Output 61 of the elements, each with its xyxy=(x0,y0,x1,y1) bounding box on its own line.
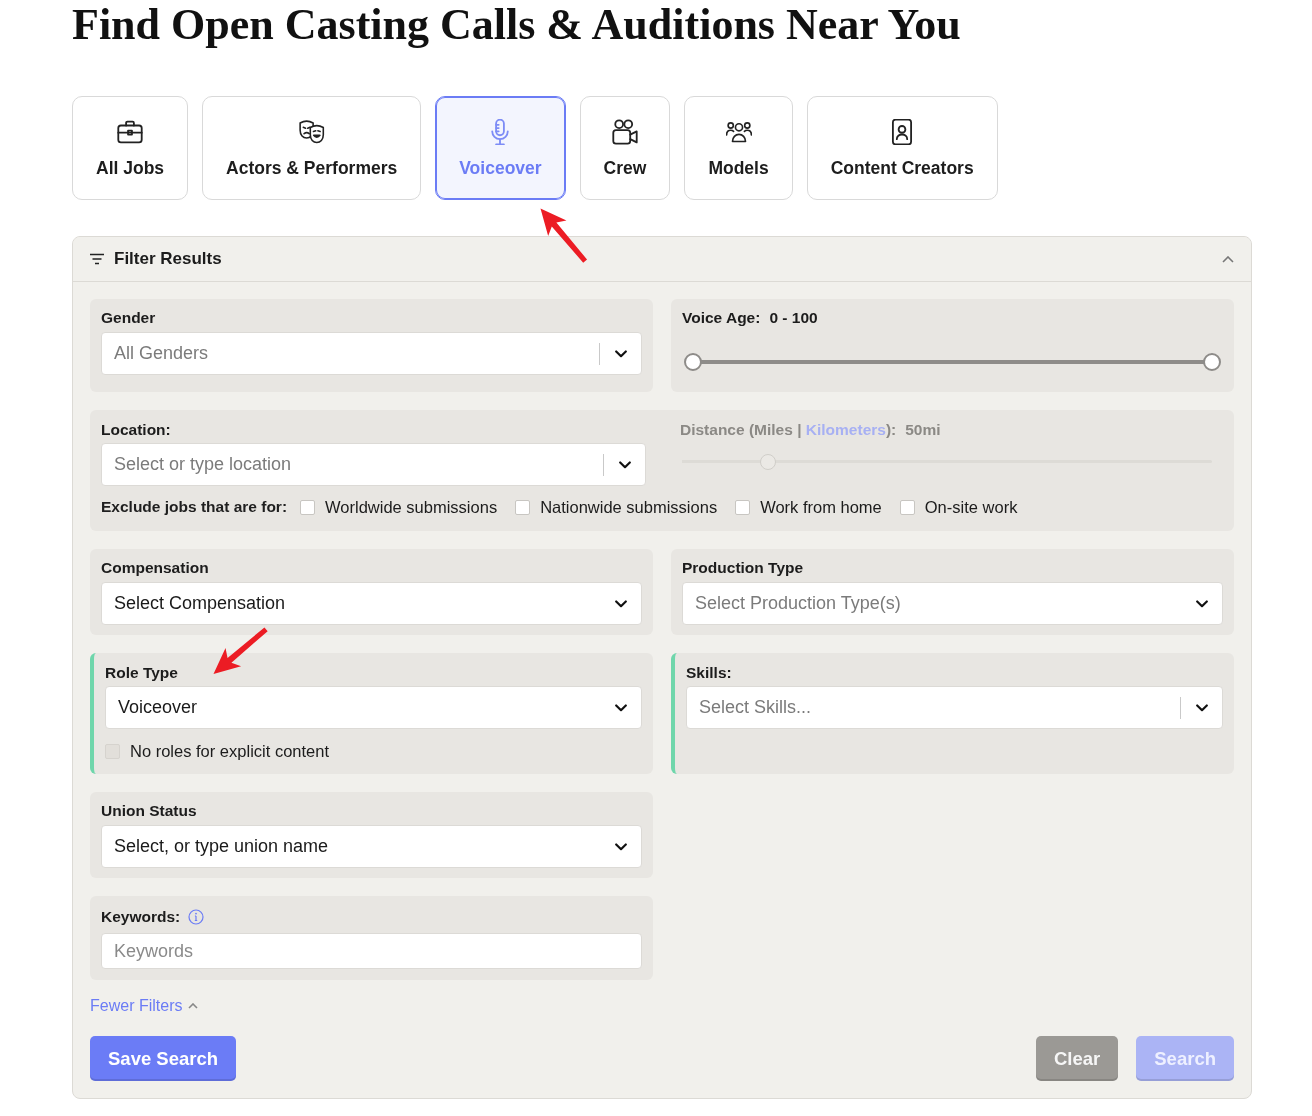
slider-thumb[interactable] xyxy=(684,353,702,371)
field-label: Keywords: xyxy=(101,907,181,927)
chevron-up-icon xyxy=(188,1003,199,1009)
chevron-down-icon xyxy=(1196,599,1208,608)
field-label: Voice Age: xyxy=(682,308,761,328)
chevron-down-icon xyxy=(615,842,627,851)
chevron-up-icon xyxy=(1222,255,1234,263)
movie-camera-icon xyxy=(612,119,638,145)
age-range-reading: 0 - 100 xyxy=(769,308,818,328)
checkbox-label: No roles for explicit content xyxy=(130,741,329,761)
category-tab[interactable]: Crew xyxy=(579,96,671,200)
field-label: Skills: xyxy=(686,663,733,683)
category-tab[interactable]: All Jobs xyxy=(72,96,189,200)
briefcase-icon xyxy=(117,119,144,145)
category-tab[interactable]: Models xyxy=(684,96,793,200)
union-status-select[interactable]: Select, or type union name xyxy=(101,825,642,868)
chevron-down-icon xyxy=(615,599,627,608)
checkbox[interactable] xyxy=(899,499,915,515)
field-label: Union Status xyxy=(101,801,198,821)
chevron-down-icon xyxy=(615,349,627,358)
role-type-select[interactable]: Voiceover xyxy=(105,686,642,729)
annotation-arrow xyxy=(540,208,588,264)
field-label: Gender xyxy=(101,308,157,328)
chevron-down-icon xyxy=(1196,703,1208,712)
checkbox-label: On-site work xyxy=(924,497,1018,517)
checkbox[interactable] xyxy=(300,499,316,515)
field-label: Location: xyxy=(101,420,172,440)
page-title: Find Open Casting Calls & Auditions Near You xyxy=(72,0,962,50)
field-label: Compensation xyxy=(101,558,210,578)
checkbox[interactable] xyxy=(515,499,531,515)
distance-label: Distance (Miles | Kilometers): xyxy=(680,420,897,440)
action-button[interactable]: Clear xyxy=(1036,1036,1119,1081)
location-select[interactable]: Select or type location xyxy=(101,443,646,486)
checkbox-label: Work from home xyxy=(760,497,882,517)
action-button[interactable]: Save Search xyxy=(90,1036,237,1081)
filter-icon xyxy=(89,253,105,265)
production-type-select[interactable]: Select Production Type(s) xyxy=(682,582,1223,625)
info-icon[interactable] xyxy=(188,909,205,925)
category-tab[interactable]: Content Creators xyxy=(806,96,998,200)
exclude-label: Exclude jobs that are for: xyxy=(101,498,288,516)
chevron-down-icon xyxy=(615,703,627,712)
category-tab[interactable]: Voiceover xyxy=(435,96,566,200)
compensation-select[interactable]: Select Compensation xyxy=(101,582,642,625)
theater-masks-icon xyxy=(298,119,325,145)
checkbox-label: Worldwide submissions xyxy=(325,497,498,517)
field-label: Role Type xyxy=(105,663,179,683)
category-tab[interactable]: Actors & Performers xyxy=(202,96,422,200)
keywords-input[interactable]: Keywords xyxy=(101,933,642,969)
age-range-slider[interactable] xyxy=(684,353,1221,371)
field-label: Production Type xyxy=(682,558,805,578)
annotation-arrow xyxy=(213,627,269,675)
fewer-filters-link[interactable]: Fewer Filters xyxy=(90,996,199,1016)
checkbox-label: Nationwide submissions xyxy=(540,497,718,517)
skills-select[interactable]: Select Skills... xyxy=(686,686,1223,729)
people-group-icon xyxy=(725,119,752,145)
slider-thumb[interactable] xyxy=(1203,353,1221,371)
chevron-down-icon xyxy=(619,460,631,469)
distance-reading: 50mi xyxy=(905,420,941,440)
checkbox[interactable] xyxy=(735,499,751,515)
gender-select[interactable]: All Genders xyxy=(101,332,642,375)
filter-toggle[interactable]: Filter Results xyxy=(73,237,1251,282)
